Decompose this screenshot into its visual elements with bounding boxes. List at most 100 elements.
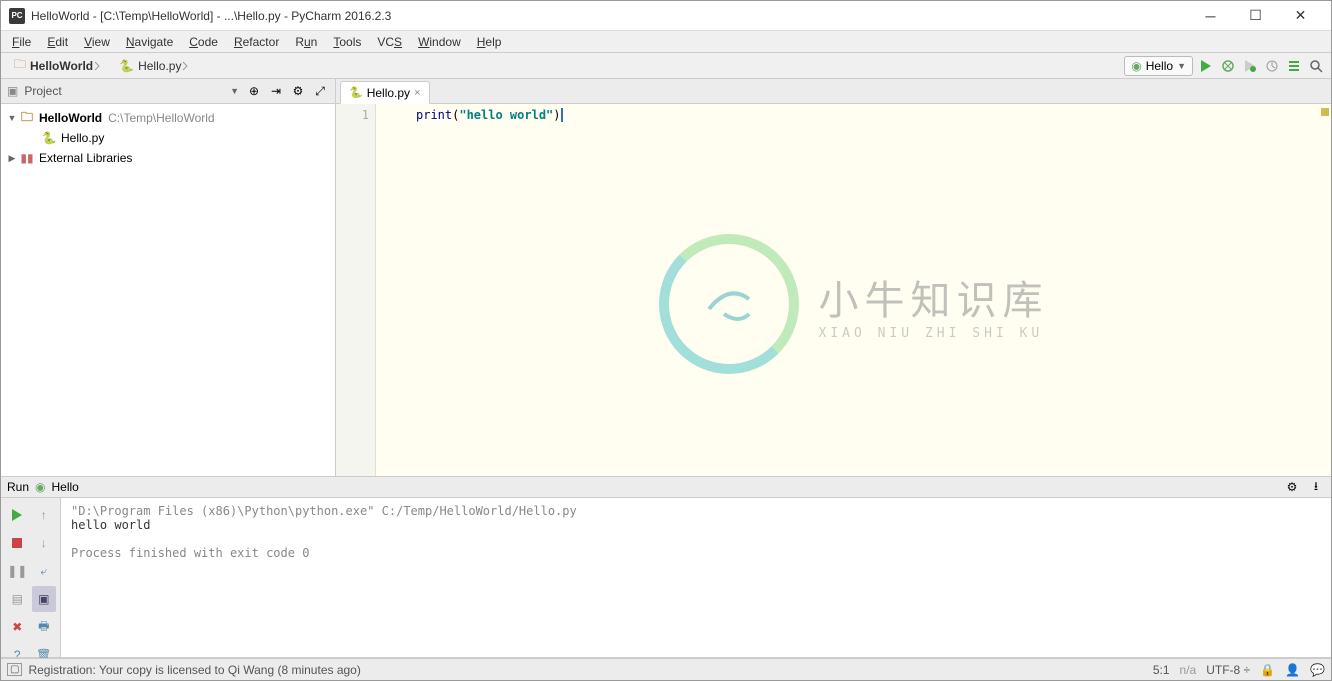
run-button[interactable] [1197,57,1215,75]
crumb-project[interactable]: 🗀 HelloWorld [7,52,110,79]
expand-toggle-icon[interactable]: ▶ [5,153,19,164]
run-output[interactable]: "D:\Program Files (x86)\Python\python.ex… [61,498,1331,657]
window-title: HelloWorld - [C:\Temp\HelloWorld] - ...\… [31,9,1188,23]
step-list-icon[interactable] [1285,57,1303,75]
code-area[interactable]: print("hello world") 小牛知识库 XIAO NIU ZHI … [376,104,1331,476]
chevron-down-icon: ▼ [1177,61,1186,71]
code-editor[interactable]: 1 print("hello world") 小牛知识库 XIAO NIU ZH… [336,104,1331,476]
search-icon[interactable] [1307,57,1325,75]
line-gutter: 1 [336,104,376,476]
close-panel-icon[interactable]: ✖ [5,614,30,640]
menu-help[interactable]: Help [470,33,509,51]
status-icon[interactable]: ▢ [7,663,22,676]
run-panel-header: Run ◉ Hello ⚙ ⭳ [1,476,1331,498]
run-config-selector[interactable]: ◉ Hello ▼ [1124,56,1193,76]
notifications-icon[interactable]: 💬 [1310,663,1325,677]
project-view-icon: ▣ [7,84,18,98]
inspection-icon[interactable]: 👤 [1285,663,1300,677]
crumb-file[interactable]: 🐍 Hello.py [112,56,198,76]
gear-icon[interactable]: ⚙ [1283,478,1301,496]
stop-button[interactable] [5,530,30,556]
code-string: "hello world" [459,108,553,122]
editor-pane: 🐍 Hello.py × 1 print("hello world") 小牛知识… [336,79,1331,476]
menu-run[interactable]: Run [288,33,324,51]
sidebar-header: ▣ Project ▼ ⊕ ⇥ ⚙ ⤢ [1,79,335,104]
up-icon[interactable]: ↑ [32,502,57,528]
collapse-icon[interactable]: ⇥ [267,82,285,100]
watermark-cn: 小牛知识库 [819,268,1049,326]
run-config-label: Hello [1146,59,1173,73]
tree-file-label: Hello.py [61,131,104,145]
tree-external-label: External Libraries [39,151,132,165]
encoding-selector[interactable]: UTF-8 ÷ [1206,663,1250,677]
gear-icon[interactable]: ⚙ [289,82,307,100]
tree-root-path: C:\Temp\HelloWorld [108,111,214,125]
folder-icon: 🗀 [14,55,26,76]
down-icon[interactable]: ↓ [32,530,57,556]
scroll-icon[interactable]: ▣ [32,586,57,612]
project-tree: ▼ 🗀 HelloWorld C:\Temp\HelloWorld 🐍 Hell… [1,104,335,476]
watermark-logo [659,234,799,374]
output-exit: Process finished with exit code 0 [71,546,309,560]
debug-button[interactable] [1219,57,1237,75]
problem-marker[interactable] [1321,108,1329,116]
close-button[interactable]: ✕ [1278,2,1323,30]
print-icon[interactable]: 🖶 [32,614,57,640]
tree-root[interactable]: ▼ 🗀 HelloWorld C:\Temp\HelloWorld [1,108,335,128]
rerun-button[interactable] [5,502,30,528]
python-file-icon: 🐍 [349,86,363,99]
download-icon[interactable]: ⭳ [1307,478,1325,496]
python-icon: ◉ [35,480,45,494]
caret-position[interactable]: 5:1 [1153,663,1170,677]
libraries-icon: ▮▮ [19,151,35,165]
close-icon[interactable]: × [414,87,420,99]
run-panel: ↑ ↓ ❚❚ ⤶ ▤ ▣ ✖ 🖶 ? 🗑 "D:\Program Files (… [1,498,1331,658]
menu-refactor[interactable]: Refactor [227,33,286,51]
menu-edit[interactable]: Edit [40,33,75,51]
crumb-project-label: HelloWorld [30,59,93,73]
python-icon: ◉ [1131,59,1141,73]
hide-icon[interactable]: ⤢ [311,82,329,100]
python-file-icon: 🐍 [119,59,134,73]
breadcrumb: 🗀 HelloWorld 🐍 Hello.py [7,52,198,79]
chevron-down-icon[interactable]: ▼ [230,86,239,96]
expand-toggle-icon[interactable]: ▼ [5,113,19,123]
app-icon: PC [9,8,25,24]
tab-hello[interactable]: 🐍 Hello.py × [340,81,430,104]
run-panel-name: Hello [52,480,79,494]
python-file-icon: 🐍 [41,131,57,145]
tab-label: Hello.py [367,86,410,100]
menu-tools[interactable]: Tools [326,33,368,51]
menu-code[interactable]: Code [182,33,225,51]
maximize-button[interactable]: ☐ [1233,2,1278,30]
minimize-button[interactable]: ─ [1188,2,1233,30]
navbar: 🗀 HelloWorld 🐍 Hello.py ◉ Hello ▼ [1,53,1331,79]
sidebar-title: Project [24,84,224,98]
lock-icon[interactable]: 🔒 [1260,663,1275,677]
crumb-file-label: Hello.py [138,59,181,73]
menu-vcs[interactable]: VCS [370,33,409,51]
code-function: print [416,108,452,122]
run-panel-title: Run [7,480,29,494]
project-sidebar: ▣ Project ▼ ⊕ ⇥ ⚙ ⤢ ▼ 🗀 HelloWorld C:\Te… [1,79,336,476]
pause-icon[interactable]: ❚❚ [5,558,30,584]
tree-file-hello[interactable]: 🐍 Hello.py [1,128,335,148]
run-toolbar: ↑ ↓ ❚❚ ⤶ ▤ ▣ ✖ 🖶 ? 🗑 [1,498,61,657]
menu-window[interactable]: Window [411,33,468,51]
wrap-icon[interactable]: ⤶ [32,558,57,584]
menu-view[interactable]: View [77,33,117,51]
editor-tabbar: 🐍 Hello.py × [336,79,1331,104]
locate-icon[interactable]: ⊕ [245,82,263,100]
coverage-button[interactable] [1241,57,1259,75]
layout-icon[interactable]: ▤ [5,586,30,612]
menu-navigate[interactable]: Navigate [119,33,180,51]
profile-button[interactable] [1263,57,1281,75]
main-area: ▣ Project ▼ ⊕ ⇥ ⚙ ⤢ ▼ 🗀 HelloWorld C:\Te… [1,79,1331,476]
menu-file[interactable]: File [5,33,38,51]
tree-root-label: HelloWorld [39,111,102,125]
tree-external-libraries[interactable]: ▶ ▮▮ External Libraries [1,148,335,168]
insert-mode[interactable]: n/a [1180,663,1197,677]
folder-icon: 🗀 [19,108,35,129]
menubar: File Edit View Navigate Code Refactor Ru… [1,31,1331,53]
statusbar: ▢ Registration: Your copy is licensed to… [1,658,1331,680]
